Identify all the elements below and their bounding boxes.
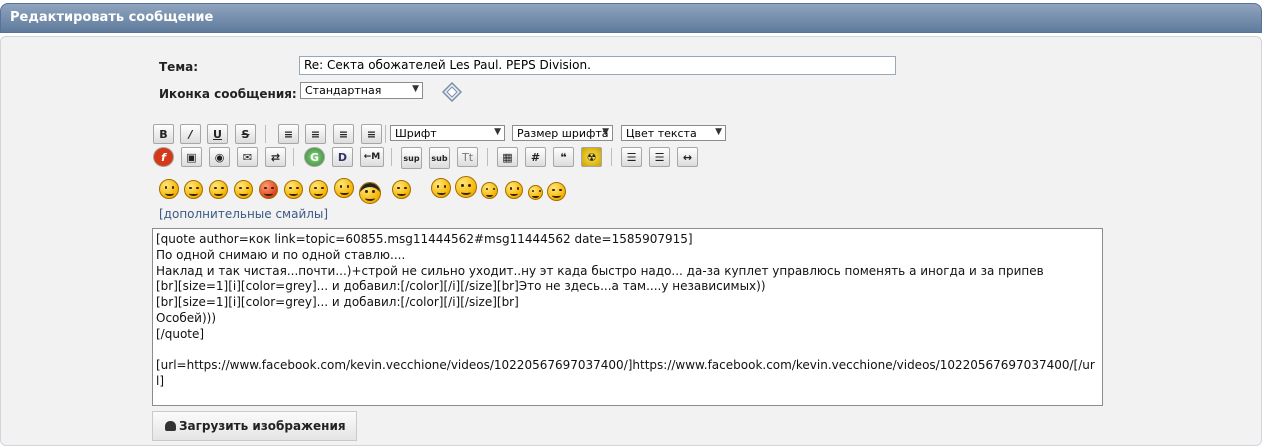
- image-button[interactable]: ▣: [181, 147, 202, 167]
- align-right-button[interactable]: ≡: [361, 124, 382, 144]
- list-button[interactable]: ☰: [621, 147, 642, 167]
- smiley-surprised-icon[interactable]: [334, 178, 354, 198]
- toolbar-separator: [265, 125, 266, 143]
- smiley-huh-icon[interactable]: [392, 180, 411, 199]
- toolbar-separator: [611, 148, 612, 166]
- horizontal-rule-button[interactable]: ↔: [677, 147, 698, 167]
- smiley-kiss-icon[interactable]: [547, 182, 566, 201]
- upload-images-button[interactable]: Загрузить изображения: [152, 411, 357, 441]
- email-button[interactable]: ✉: [237, 147, 258, 167]
- smiley-angry-icon[interactable]: [259, 180, 278, 199]
- marquee-button[interactable]: ←M: [360, 147, 384, 167]
- shadow-button[interactable]: D: [332, 147, 353, 167]
- smiley-grin-icon[interactable]: [234, 180, 253, 199]
- toolbar-separator: [293, 148, 294, 166]
- ftp-button[interactable]: ⇄: [265, 147, 286, 167]
- font-select[interactable]: Шрифт ▼: [390, 125, 505, 141]
- message-textarea[interactable]: [quote author=кок link=topic=60855.msg11…: [152, 228, 1103, 406]
- window-titlebar: Редактировать сообщение: [0, 3, 1262, 33]
- upload-images-label: Загрузить изображения: [179, 419, 346, 433]
- icon-select[interactable]: Стандартная ▼: [300, 82, 423, 99]
- table-button[interactable]: ▦: [497, 147, 518, 167]
- smiley-embarrassed-icon[interactable]: [481, 182, 498, 199]
- chevron-down-icon: ▼: [715, 127, 722, 137]
- subject-input[interactable]: Re: Секта обожателей Les Paul. PEPS Divi…: [299, 56, 896, 75]
- align-justify-button[interactable]: ≡: [305, 124, 326, 144]
- toolbar-separator: [391, 148, 392, 166]
- toolbar-separator: [385, 125, 386, 143]
- italic-button[interactable]: /: [180, 124, 201, 144]
- more-smileys-link[interactable]: [дополнительные смайлы]: [159, 207, 328, 221]
- subject-label: Тема:: [159, 60, 199, 74]
- chevron-down-icon: ▼: [412, 84, 419, 94]
- text-color-select-value: Цвет текста: [626, 127, 697, 140]
- ordered-list-button[interactable]: ☰: [649, 147, 670, 167]
- message-icon-preview: [442, 82, 462, 102]
- bold-button[interactable]: B: [153, 124, 174, 144]
- teletype-button[interactable]: Tt: [457, 147, 478, 167]
- align-left-button[interactable]: ≡: [278, 124, 299, 144]
- smiley-smile-icon[interactable]: [159, 179, 179, 199]
- underline-button[interactable]: U: [207, 124, 228, 144]
- smiley-wink-icon[interactable]: [184, 180, 203, 199]
- glow-button[interactable]: G: [304, 147, 325, 167]
- smiley-shocked-icon[interactable]: [309, 180, 328, 199]
- font-select-value: Шрифт: [395, 127, 437, 140]
- font-size-select[interactable]: Размер шрифта ▼: [512, 125, 613, 141]
- smiley-cool-icon[interactable]: [359, 182, 381, 204]
- smiley-sad-icon[interactable]: [284, 180, 303, 199]
- strike-button[interactable]: S: [235, 124, 256, 144]
- smiley-cheesy-icon[interactable]: [209, 180, 228, 199]
- nuke-button[interactable]: ☢: [581, 147, 602, 167]
- window-title: Редактировать сообщение: [10, 10, 214, 25]
- align-center-button[interactable]: ≡: [333, 124, 354, 144]
- quote-button[interactable]: ❝: [553, 147, 574, 167]
- chevron-down-icon: ▼: [602, 127, 609, 137]
- flash-button[interactable]: f: [153, 147, 174, 167]
- cloud-upload-icon: [165, 421, 176, 431]
- icon-select-value: Стандартная: [305, 84, 382, 97]
- font-size-select-value: Размер шрифта: [517, 127, 609, 140]
- icon-label: Иконка сообщения:: [159, 87, 297, 101]
- smiley-rolleyes-icon[interactable]: [431, 178, 451, 198]
- smiley-tongue-icon[interactable]: [455, 176, 477, 198]
- subscript-button[interactable]: sub: [429, 147, 450, 169]
- superscript-button[interactable]: sup: [401, 147, 422, 169]
- text-color-select[interactable]: Цвет текста ▼: [621, 125, 726, 141]
- link-button[interactable]: ◉: [209, 147, 230, 167]
- chevron-down-icon: ▼: [494, 127, 501, 137]
- code-button[interactable]: #: [525, 147, 546, 167]
- smiley-undecided-icon[interactable]: [528, 185, 543, 200]
- toolbar-separator: [487, 148, 488, 166]
- smiley-lipsrsealed-icon[interactable]: [505, 181, 523, 199]
